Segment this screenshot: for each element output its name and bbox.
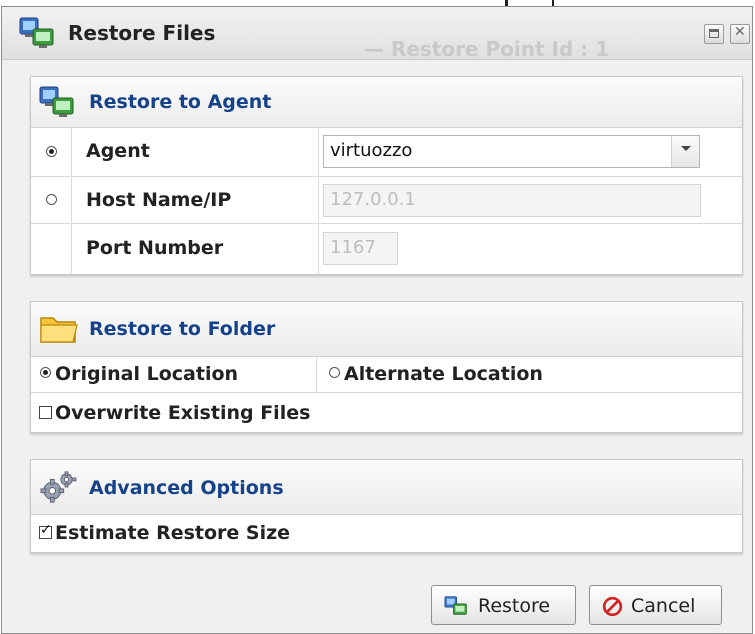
cancel-button[interactable]: Cancel: [589, 585, 722, 625]
advanced-options-panel: Advanced Options Estimate Restore Size: [30, 459, 743, 553]
restore-files-dialog: Restore Files — Restore Point Id : 1 Res…: [1, 6, 753, 634]
panel-header: Restore to Agent: [31, 77, 742, 128]
close-button[interactable]: [730, 24, 750, 44]
estimate-size-label[interactable]: Estimate Restore Size: [55, 522, 290, 544]
restore-to-folder-panel: Restore to Folder Original Location Alte…: [30, 301, 743, 433]
agent-label: Agent: [86, 140, 150, 162]
overwrite-label[interactable]: Overwrite Existing Files: [55, 402, 310, 424]
location-row: Original Location Alternate Location: [31, 356, 742, 393]
host-row: Host Name/IP 127.0.0.1: [31, 177, 742, 224]
chevron-down-icon[interactable]: [671, 136, 699, 167]
port-row: Port Number 1167: [31, 224, 742, 274]
agent-computers-icon: [39, 86, 74, 117]
agent-row: Agent virtuozzo: [31, 127, 742, 177]
estimate-row: Estimate Restore Size: [31, 514, 742, 552]
restore-button-label: Restore: [478, 595, 551, 617]
original-location-radio[interactable]: [40, 367, 51, 378]
panel-header: Restore to Folder: [31, 302, 742, 357]
cancel-button-label: Cancel: [631, 595, 696, 617]
original-location-label[interactable]: Original Location: [55, 363, 238, 385]
folder-icon: [40, 317, 78, 343]
alternate-location-label[interactable]: Alternate Location: [344, 363, 543, 385]
restore-button[interactable]: Restore: [431, 585, 576, 625]
agent-select-value: virtuozzo: [330, 140, 413, 161]
host-input[interactable]: 127.0.0.1: [323, 184, 701, 217]
panel-header: Advanced Options: [31, 460, 742, 515]
port-input[interactable]: 1167: [323, 232, 398, 265]
section-title: Restore to Folder: [89, 318, 276, 340]
section-title: Advanced Options: [89, 477, 284, 499]
restore-to-agent-panel: Restore to Agent Agent virtuozzo Host Na…: [30, 76, 743, 275]
overwrite-row: Overwrite Existing Files: [31, 393, 742, 432]
gears-icon: [40, 471, 77, 503]
host-label: Host Name/IP: [86, 189, 232, 211]
agent-computers-icon: [19, 17, 54, 48]
background-window-title: — Restore Point Id : 1: [364, 37, 610, 61]
host-input-value: 127.0.0.1: [330, 189, 416, 210]
dialog-title: Restore Files: [68, 21, 216, 45]
port-input-value: 1167: [330, 237, 376, 258]
agent-radio[interactable]: [46, 146, 57, 157]
overwrite-checkbox[interactable]: [39, 406, 52, 419]
alternate-location-radio[interactable]: [329, 367, 340, 378]
agent-computers-icon: [444, 596, 467, 615]
dialog-titlebar[interactable]: Restore Files — Restore Point Id : 1: [2, 7, 752, 61]
estimate-size-checkbox[interactable]: [39, 522, 52, 539]
section-title: Restore to Agent: [89, 91, 272, 113]
port-label: Port Number: [86, 237, 224, 259]
host-radio[interactable]: [46, 194, 57, 205]
maximize-button[interactable]: [704, 24, 724, 44]
no-entry-icon: [602, 596, 623, 617]
agent-select[interactable]: virtuozzo: [323, 135, 700, 168]
